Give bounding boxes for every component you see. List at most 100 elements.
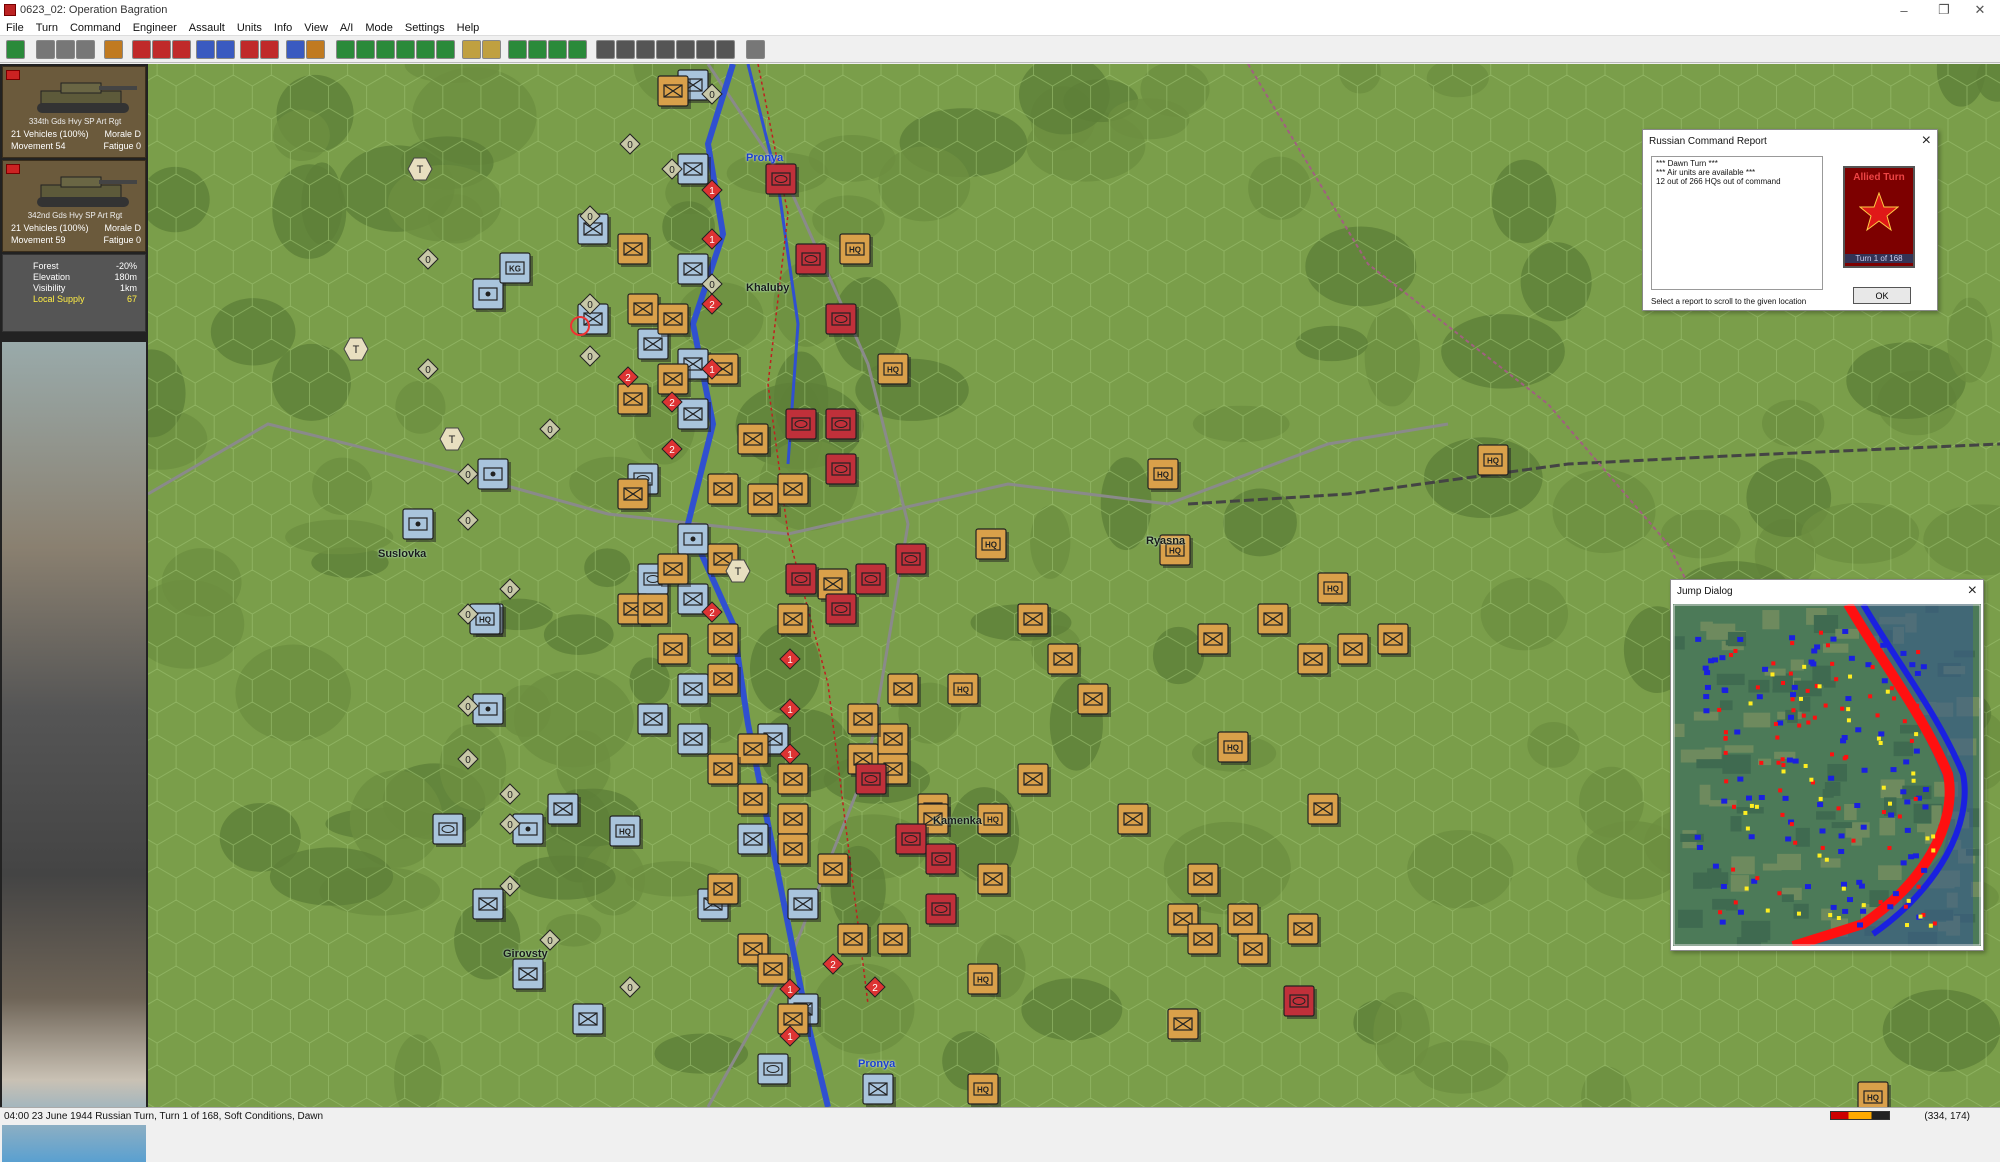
toolbar-button-icon[interactable] [508,40,527,59]
forest-patch [1426,64,1489,98]
terrain-row: Local Supply 67 [3,294,145,305]
toolbar-button-icon[interactable] [416,40,435,59]
close-icon[interactable]: × [1922,132,1931,150]
toolbar-button-icon[interactable] [260,40,279,59]
toolbar-button-icon[interactable] [636,40,655,59]
menu-units[interactable]: Units [231,22,268,34]
toolbar-button-icon[interactable] [132,40,151,59]
toolbar-button-icon[interactable] [36,40,55,59]
toolbar-button-icon[interactable] [6,40,25,59]
menu-file[interactable]: File [0,22,30,34]
minimap-soviet-unit [1889,686,1894,691]
toolbar-button-icon[interactable] [696,40,715,59]
maximize-icon[interactable]: ❐ [1924,0,1964,20]
toolbar-button-icon[interactable] [746,40,765,59]
close-icon[interactable]: × [1968,582,1977,600]
jump-minimap[interactable] [1673,604,1981,946]
unit-morale: Morale D [104,129,141,139]
toolbar-button-icon[interactable] [286,40,305,59]
jump-dialog: Jump Dialog × [1670,579,1984,951]
unit-card-1[interactable]: 334th Gds Hvy SP Art Rgt 21 Vehicles (10… [2,66,146,158]
minimap-german-unit [1890,767,1897,773]
minimap-terrain [1823,680,1836,688]
toolbar-button-icon[interactable] [56,40,75,59]
menu-view[interactable]: View [298,22,334,34]
menu-settings[interactable]: Settings [399,22,451,34]
toolbar-button-icon[interactable] [396,40,415,59]
minimap-soviet-unit [1840,706,1845,711]
minimap-german-unit [1792,758,1799,764]
menu-engineer[interactable]: Engineer [127,22,183,34]
guards-unit [895,823,927,855]
guards-unit [825,408,857,440]
unit-strength: 21 Vehicles (100%) [11,223,89,233]
minimap-town [1743,810,1748,815]
toolbar-button-icon[interactable] [616,40,635,59]
minimap-town [1745,826,1750,831]
minimap-german-unit [1830,636,1837,642]
minimap-terrain [1724,745,1754,753]
close-icon[interactable]: ✕ [1960,0,2000,20]
toolbar-button-icon[interactable] [436,40,455,59]
toolbar-button-icon[interactable] [76,40,95,59]
toolbar-button-icon[interactable] [336,40,355,59]
toolbar-button-icon[interactable] [462,40,481,59]
toolbar-button-icon[interactable] [216,40,235,59]
guards-unit [895,543,927,575]
report-line[interactable]: *** Dawn Turn *** [1656,159,1818,168]
strength-marker-label: 2 [709,300,715,311]
toolbar-button-icon[interactable] [568,40,587,59]
toolbar-button-icon[interactable] [356,40,375,59]
menu-info[interactable]: Info [268,22,298,34]
ok-button[interactable]: OK [1853,287,1911,304]
toolbar-button-icon[interactable] [676,40,695,59]
menu-command[interactable]: Command [64,22,127,34]
sp-gun-icon [37,82,137,113]
report-line[interactable]: 12 out of 266 HQs out of command [1656,177,1818,186]
toolbar-button-icon[interactable] [196,40,215,59]
minimap-soviet-unit [1875,713,1880,718]
forest-patch [1936,64,1986,107]
forest-patch [1882,989,2000,1072]
menu-ai[interactable]: A/I [334,22,359,34]
minimap-german-unit [1762,666,1769,672]
unit-morale: Morale D [104,223,141,233]
menu-assault[interactable]: Assault [183,22,231,34]
toolbar-button-icon[interactable] [482,40,501,59]
minimap-german-unit [1737,636,1744,642]
minimap-canvas[interactable] [1673,604,1981,946]
unit-movement: Movement 59 [11,235,66,245]
minimap-town [1817,684,1822,689]
minimap-german-unit [1737,776,1744,782]
report-list[interactable]: *** Dawn Turn *** *** Air units are avai… [1651,156,1823,290]
toolbar-button-icon[interactable] [376,40,395,59]
menu-mode[interactable]: Mode [359,22,399,34]
toolbar-button-icon[interactable] [716,40,735,59]
forest-patch [584,548,631,588]
report-line[interactable]: *** Air units are available *** [1656,168,1818,177]
toolbar-button-icon[interactable] [306,40,325,59]
minimap-german-unit [1748,834,1755,840]
soviet-hq-label: HQ [1157,471,1169,480]
toolbar-button-icon[interactable] [548,40,567,59]
strength-marker-label: 0 [465,610,471,621]
toolbar-button-icon[interactable] [104,40,123,59]
guards-unit [855,563,887,595]
toolbar-button-icon[interactable] [596,40,615,59]
strength-marker-label: 2 [669,398,675,409]
minimize-icon[interactable]: – [1884,0,1924,20]
menu-help[interactable]: Help [451,22,486,34]
toolbar-button-icon[interactable] [240,40,259,59]
minimap-town [1928,923,1933,928]
toolbar-button-icon[interactable] [172,40,191,59]
toolbar-button-icon[interactable] [656,40,675,59]
minimap-german-unit [1791,684,1798,690]
toolbar-button-icon[interactable] [152,40,171,59]
minimap-town [1796,911,1801,916]
menu-turn[interactable]: Turn [30,22,64,34]
command-report-dialog: Russian Command Report × *** Dawn Turn *… [1642,129,1938,311]
terrain-value: -20% [115,261,137,271]
unit-card-2[interactable]: 342nd Gds Hvy SP Art Rgt 21 Vehicles (10… [2,160,146,252]
toolbar-button-icon[interactable] [528,40,547,59]
minimap-german-unit [1913,748,1920,754]
